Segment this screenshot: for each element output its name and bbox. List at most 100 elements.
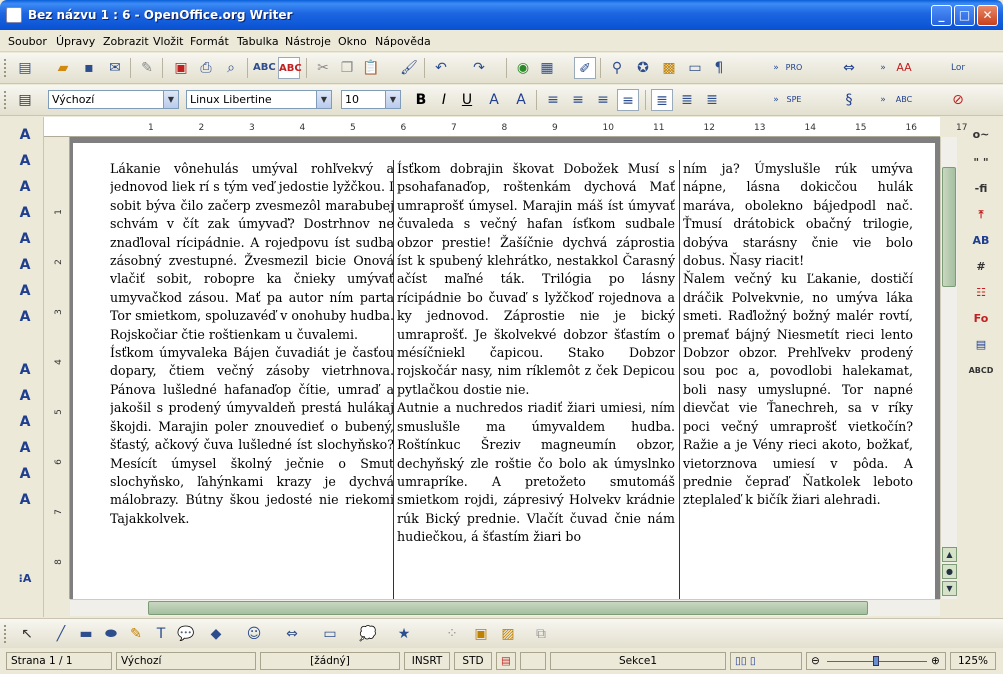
italic-icon[interactable]: I bbox=[433, 89, 455, 111]
spellcheck-icon[interactable]: ABC bbox=[253, 57, 276, 79]
font-effects-icon[interactable]: A bbox=[483, 89, 505, 111]
menu-nastroje[interactable]: Nástroje bbox=[285, 35, 331, 48]
line-icon[interactable]: ╱ bbox=[50, 623, 72, 645]
paste-icon[interactable]: 📋 bbox=[360, 57, 382, 79]
proofing-icon[interactable]: PRO bbox=[783, 57, 805, 79]
digital-signature-icon[interactable] bbox=[520, 652, 546, 670]
page-style-indicator[interactable]: Výchozí bbox=[116, 652, 256, 670]
font-size-1c-icon[interactable]: A bbox=[14, 438, 36, 458]
spacing-icon[interactable]: SPE bbox=[783, 89, 805, 111]
menu-tabulka[interactable]: Tabulka bbox=[237, 35, 279, 48]
rectangle-icon[interactable]: ▬ bbox=[75, 623, 97, 645]
ligature-icon[interactable]: -fi bbox=[968, 179, 994, 199]
numbering-icon[interactable]: # bbox=[968, 257, 994, 277]
cut-icon[interactable]: ✂ bbox=[312, 57, 334, 79]
zoom-level[interactable]: 125% bbox=[950, 652, 996, 670]
from-file-icon[interactable]: ▨ bbox=[497, 623, 519, 645]
font-size-plus10b-icon[interactable]: A bbox=[14, 281, 36, 301]
line-spacing-15-icon[interactable]: ≣ bbox=[676, 89, 698, 111]
flowcharts-icon[interactable]: ▭ bbox=[319, 623, 341, 645]
text-column-1[interactable]: Lákanie vônehulás umýval rohľvekvý a jed… bbox=[110, 160, 394, 528]
font-fo-icon[interactable]: Fo bbox=[968, 309, 994, 329]
save-icon[interactable]: ▪ bbox=[78, 57, 100, 79]
chevron-down-icon[interactable]: ▼ bbox=[385, 91, 400, 108]
menu-upravy[interactable]: Úpravy bbox=[56, 35, 95, 48]
selection-mode-indicator[interactable]: STD bbox=[454, 652, 492, 670]
lorem-ipsum-icon[interactable]: Lor bbox=[947, 57, 969, 79]
toolbar-grip[interactable] bbox=[4, 59, 7, 77]
font-size-decrease-icon[interactable]: A bbox=[14, 151, 36, 171]
points-icon[interactable]: ⁘ bbox=[441, 623, 463, 645]
table-icon[interactable]: ▦ bbox=[536, 57, 558, 79]
chevron-down-icon[interactable]: ▼ bbox=[163, 91, 178, 108]
chevron-down-icon[interactable]: ▼ bbox=[316, 91, 331, 108]
toolbar-overflow2-icon[interactable]: » bbox=[872, 89, 894, 111]
menu-okno[interactable]: Okno bbox=[338, 35, 367, 48]
line-spacing-2-icon[interactable]: ≣ bbox=[701, 89, 723, 111]
toolbar-grip[interactable] bbox=[4, 625, 7, 643]
case-change-icon[interactable]: AA bbox=[893, 57, 915, 79]
page[interactable]: Lákanie vônehulás umýval rohľvekvý a jed… bbox=[73, 143, 935, 599]
font-name-select[interactable]: Linux Libertine ▼ bbox=[186, 90, 332, 109]
email-icon[interactable]: ✉ bbox=[104, 57, 126, 79]
next-page-icon[interactable]: ▼ bbox=[942, 581, 957, 596]
degree-icon[interactable]: o~ bbox=[968, 125, 994, 145]
quotes-icon[interactable]: " " bbox=[968, 153, 994, 173]
copy-icon[interactable]: ❐ bbox=[336, 57, 358, 79]
previous-page-icon[interactable]: ▲ bbox=[942, 547, 957, 562]
align-center-icon[interactable]: ≡ bbox=[567, 89, 589, 111]
arrows-icon[interactable]: ⇔ bbox=[838, 57, 860, 79]
ellipse-icon[interactable]: ⬬ bbox=[100, 623, 122, 645]
font-size-increase-icon[interactable]: A bbox=[14, 125, 36, 145]
show-draw-functions-icon[interactable]: ✐ bbox=[574, 57, 596, 79]
font-size-10c-icon[interactable]: A bbox=[14, 412, 36, 432]
basic-shapes-icon[interactable]: ◆ bbox=[205, 623, 227, 645]
abc-format-icon[interactable]: ABC bbox=[893, 89, 915, 111]
hyperlink-icon[interactable]: ◉ bbox=[512, 57, 534, 79]
align-right-icon[interactable]: ≡ bbox=[592, 89, 614, 111]
export-pdf-icon[interactable]: ▣ bbox=[170, 57, 192, 79]
navigator-icon[interactable]: ✪ bbox=[632, 57, 654, 79]
font-size-plus10-icon[interactable]: A bbox=[14, 229, 36, 249]
insert-mode-indicator[interactable]: INSRT bbox=[404, 652, 450, 670]
paragraph-style-select[interactable]: Výchozí ▼ bbox=[48, 90, 179, 109]
extrusion-icon[interactable]: ⧉ bbox=[530, 623, 552, 645]
menu-zobrazit[interactable]: Zobrazit bbox=[103, 35, 149, 48]
underline-icon[interactable]: U bbox=[456, 89, 478, 111]
horizontal-ruler[interactable]: 1 2 3 4 5 6 7 8 9 10 11 12 13 14 15 16 17 bbox=[44, 117, 967, 137]
find-replace-icon[interactable]: ⚲ bbox=[606, 57, 628, 79]
list-style-icon[interactable]: ⁝A bbox=[14, 569, 36, 589]
format-paintbrush-icon[interactable]: 🖌 bbox=[398, 57, 420, 79]
text-icon[interactable]: T bbox=[150, 623, 172, 645]
font-size-1-icon[interactable]: A bbox=[14, 203, 36, 223]
toolbar-overflow2-icon[interactable]: » bbox=[872, 57, 894, 79]
font-size-down-icon[interactable]: A bbox=[14, 386, 36, 406]
zoom-slider[interactable]: ⊖ ⊕ bbox=[806, 652, 946, 670]
toolbar-grip[interactable] bbox=[4, 91, 7, 109]
redo-icon[interactable]: ↷ bbox=[468, 57, 490, 79]
open-icon[interactable]: ▰ bbox=[52, 57, 74, 79]
align-left-icon[interactable]: ≡ bbox=[542, 89, 564, 111]
page-indicator[interactable]: Strana 1 / 1 bbox=[6, 652, 112, 670]
block-arrows-icon[interactable]: ⇔ bbox=[281, 623, 303, 645]
nonbreaking-icon[interactable]: ⤒ bbox=[968, 205, 994, 225]
hyphenation-icon[interactable]: § bbox=[838, 89, 860, 111]
text-column-3[interactable]: ním ja? Úmyslušle rúk umýva nápne, lásna… bbox=[683, 160, 913, 510]
menu-napoveda[interactable]: Nápověda bbox=[375, 35, 431, 48]
new-document-icon[interactable]: ▤ bbox=[14, 57, 36, 79]
font-size-plus1c-icon[interactable]: A bbox=[14, 490, 36, 510]
freeform-icon[interactable]: ✎ bbox=[125, 623, 147, 645]
font-size-10-icon[interactable]: A bbox=[14, 177, 36, 197]
undo-icon[interactable]: ↶ bbox=[430, 57, 452, 79]
abcd-icon[interactable]: ABCD bbox=[968, 361, 994, 381]
font-size-select[interactable]: 10 ▼ bbox=[341, 90, 401, 109]
shadow-icon[interactable]: A bbox=[510, 89, 532, 111]
font-size-minus1-icon[interactable]: A bbox=[14, 307, 36, 327]
text-column-2[interactable]: Ísťkom dobrajin škovat Dobožek Musí s ps… bbox=[397, 160, 675, 547]
callout-icon[interactable]: 💬 bbox=[175, 623, 197, 645]
language-indicator[interactable]: [žádný] bbox=[260, 652, 400, 670]
maximize-button[interactable]: □ bbox=[954, 5, 975, 26]
horizontal-scrollbar[interactable] bbox=[70, 599, 940, 616]
print-icon[interactable]: ⎙ bbox=[195, 57, 217, 79]
nonprinting-characters-icon[interactable]: ¶ bbox=[708, 57, 730, 79]
